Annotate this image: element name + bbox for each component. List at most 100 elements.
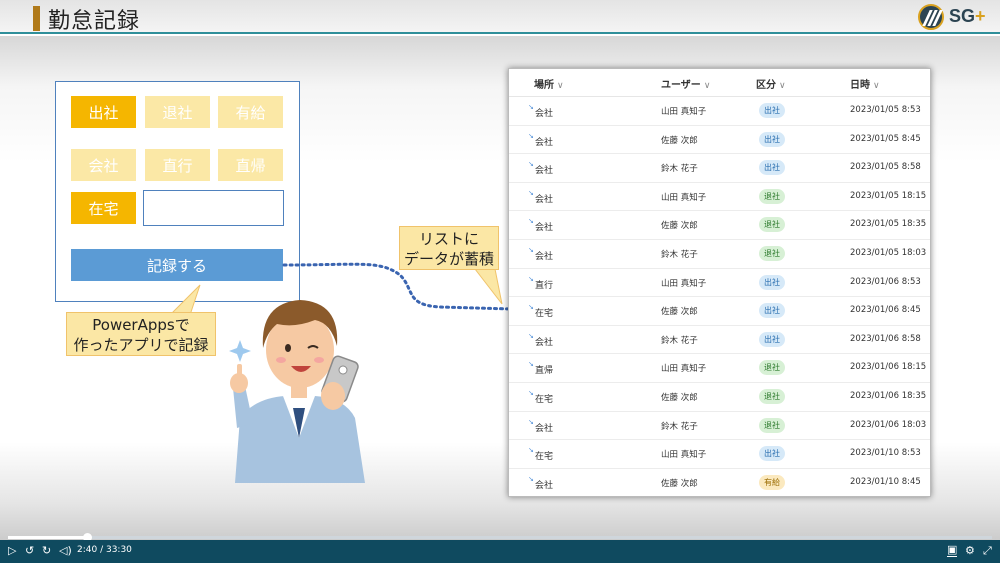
cell-user: 鈴木 花子 <box>661 421 698 432</box>
status-badge: 出社 <box>759 160 785 176</box>
cell-place-text: 会社 <box>535 109 554 119</box>
chip-zaitaku: 在宅 <box>71 192 136 224</box>
cell-user: 佐藤 次郎 <box>661 478 698 489</box>
cell-place: ↘ 会社 <box>527 474 554 491</box>
status-badge: 退社 <box>759 188 785 204</box>
cell-date: 2023/01/06 8:45 <box>850 305 921 316</box>
table-row[interactable]: ↘ 会社 佐藤 次郎 出社 2023/01/05 8:45 <box>509 126 930 155</box>
cell-place-text: 会社 <box>535 166 554 177</box>
cell-date: 2023/01/05 8:58 <box>850 162 921 173</box>
sharepoint-list: 場所 ∨ ユーザー ∨ 区分 ∨ 日時 ∨ ↘ 会社 山田 真知子 出社 2023/01/05 … <box>508 68 931 497</box>
cell-user: 山田 真知子 <box>661 278 707 289</box>
cell-place-text: 在宅 <box>535 395 554 405</box>
cell-place: ↘ 会社 <box>527 331 554 348</box>
table-row[interactable]: ↘ 会社 鈴木 花子 出社 2023/01/06 8:58 <box>509 326 930 355</box>
cell-place: ↘ 会社 <box>527 217 554 234</box>
chevron-down-icon: ∨ <box>703 81 711 91</box>
chevron-down-icon: ∨ <box>779 81 786 91</box>
forward-10-icon[interactable]: ↻ <box>42 544 51 557</box>
comment-textbox <box>143 190 284 226</box>
person-illustration <box>229 300 365 483</box>
company-logo: SG+ <box>918 4 990 31</box>
chip-shukkin: 出社 <box>71 96 136 128</box>
location-pin-icon: ↘ <box>528 131 534 140</box>
volume-icon[interactable]: ◁) <box>59 544 72 557</box>
status-badge: 退社 <box>759 217 785 233</box>
cell-place-text: 会社 <box>535 423 554 434</box>
status-badge: 退社 <box>759 417 785 433</box>
cell-place-text: 在宅 <box>535 309 554 320</box>
table-row[interactable]: ↘ 在宅 佐藤 次郎 出社 2023/01/06 8:45 <box>509 297 930 326</box>
status-badge: 出社 <box>759 303 785 319</box>
table-row[interactable]: ↘ 会社 鈴木 花子 出社 2023/01/05 8:58 <box>509 154 930 183</box>
page-title: 勤怠記録 <box>48 9 141 34</box>
column-header-place-label: 場所 <box>534 80 554 91</box>
table-row[interactable]: ↘ 会社 佐藤 次郎 退社 2023/01/05 18:35 <box>509 211 930 240</box>
status-badge: 出社 <box>759 103 785 118</box>
captions-icon[interactable]: ▣ <box>947 544 958 557</box>
cell-place-text: 会社 <box>535 337 554 348</box>
chip-kaisha: 会社 <box>71 149 136 181</box>
location-pin-icon: ↘ <box>528 274 534 283</box>
logo-plus: + <box>975 6 986 26</box>
table-row[interactable]: ↘ 直行 山田 真知子 出社 2023/01/06 8:53 <box>509 269 930 298</box>
column-header-user[interactable]: ユーザー ∨ <box>661 76 710 91</box>
cell-date: 2023/01/05 8:53 <box>850 105 921 115</box>
cell-place: ↘ 直帰 <box>527 360 553 376</box>
cell-user: 鈴木 花子 <box>661 164 698 175</box>
cell-place: ↘ 会社 <box>527 246 553 262</box>
slide-header: 勤怠記録 SG+ <box>0 0 1000 34</box>
record-button: 記録する <box>71 249 283 281</box>
table-row[interactable]: ↘ 会社 鈴木 花子 退社 2023/01/06 18:03 <box>509 412 930 441</box>
status-badge: 出社 <box>759 131 785 147</box>
table-row[interactable]: ↘ 会社 山田 真知子 退社 2023/01/05 18:15 <box>509 183 930 212</box>
cell-user: 佐藤 次郎 <box>661 221 698 232</box>
column-header-place[interactable]: 場所 ∨ <box>534 76 564 91</box>
cell-date: 2023/01/06 18:35 <box>850 391 927 401</box>
callout-app-line1: PowerAppsで <box>92 316 190 334</box>
cell-date: 2023/01/06 8:58 <box>850 333 921 344</box>
cell-user: 佐藤 次郎 <box>661 307 698 318</box>
location-pin-icon: ↘ <box>528 217 534 226</box>
play-icon[interactable]: ▷ <box>8 544 16 557</box>
column-header-type-label: 区分 <box>756 80 776 91</box>
rewind-10-icon[interactable]: ↺ <box>25 544 34 557</box>
chip-yukyu: 有給 <box>218 96 283 128</box>
table-row[interactable]: ↘ 会社 山田 真知子 出社 2023/01/05 8:53 <box>509 97 930 126</box>
table-row[interactable]: ↘ 在宅 山田 真知子 出社 2023/01/10 8:53 <box>509 440 930 469</box>
location-pin-icon: ↘ <box>528 389 534 397</box>
callout-list-line1: リストに <box>418 230 479 248</box>
table-row[interactable]: ↘ 会社 佐藤 次郎 有給 2023/01/10 8:45 <box>509 469 930 496</box>
status-badge: 出社 <box>759 446 785 462</box>
location-pin-icon: ↘ <box>528 331 534 340</box>
cell-date: 2023/01/05 18:15 <box>850 190 927 201</box>
cell-user: 佐藤 次郎 <box>661 393 698 403</box>
column-header-date[interactable]: 日時 ∨ <box>850 76 880 91</box>
cell-place: ↘ 在宅 <box>527 446 553 462</box>
fullscreen-icon[interactable]: ⤢ <box>983 544 992 558</box>
cell-user: 鈴木 花子 <box>661 335 698 346</box>
chip-taisha: 退社 <box>145 96 210 128</box>
video-progress-bar[interactable] <box>8 533 992 542</box>
column-header-user-label: ユーザー <box>661 80 701 91</box>
location-pin-icon: ↘ <box>528 360 534 369</box>
logo-text: SG <box>949 6 976 26</box>
cell-date: 2023/01/10 8:45 <box>850 476 921 487</box>
table-row[interactable]: ↘ 会社 鈴木 花子 退社 2023/01/05 18:03 <box>509 240 930 269</box>
chip-chokki: 直帰 <box>218 149 283 181</box>
table-row[interactable]: ↘ 在宅 佐藤 次郎 退社 2023/01/06 18:35 <box>509 383 930 412</box>
status-badge: 退社 <box>759 360 785 376</box>
column-header-type[interactable]: 区分 ∨ <box>756 76 786 91</box>
settings-icon[interactable]: ⚙ <box>965 544 975 557</box>
playback-time: 2:40 / 33:30 <box>77 545 132 555</box>
cell-date: 2023/01/05 18:35 <box>850 219 927 230</box>
cell-date: 2023/01/10 8:53 <box>850 448 921 459</box>
cell-place-text: 会社 <box>535 480 554 491</box>
cell-date: 2023/01/06 18:15 <box>850 362 927 373</box>
table-row[interactable]: ↘ 直帰 山田 真知子 退社 2023/01/06 18:15 <box>509 354 930 383</box>
location-pin-icon: ↘ <box>528 474 534 483</box>
cell-place: ↘ 会社 <box>527 418 554 434</box>
cell-date: 2023/01/05 18:03 <box>850 248 927 258</box>
cell-place-text: 会社 <box>535 137 554 148</box>
cell-place-text: 会社 <box>535 223 554 234</box>
